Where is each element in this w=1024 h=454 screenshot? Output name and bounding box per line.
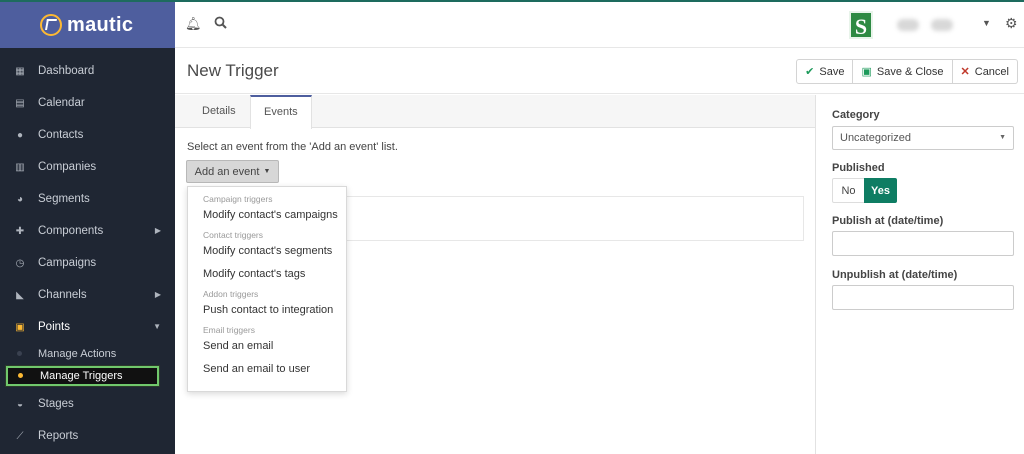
brand-name: mautic xyxy=(67,13,134,36)
calendar-icon: ▤ xyxy=(15,97,25,109)
published-label: Published xyxy=(832,162,885,174)
sidebar-item-label: Points xyxy=(38,321,70,333)
chevron-right-icon: ▶ xyxy=(154,290,161,299)
gear-icon[interactable]: ⚙ xyxy=(1005,15,1018,32)
sidebar-item-label: Components xyxy=(38,225,104,237)
search-icon[interactable] xyxy=(212,16,228,32)
building-icon: ▥ xyxy=(15,161,25,173)
bullet-icon xyxy=(18,373,23,378)
sidebar-item-segments[interactable]: ◕ Segments xyxy=(0,183,175,215)
topbar: 🔔︎ S ▼ ⚙ xyxy=(175,2,1024,48)
sidebar-item-dashboard[interactable]: ▦ Dashboard xyxy=(0,55,175,87)
sidebar-item-label: Companies xyxy=(38,161,97,173)
dropdown-header: Contact triggers xyxy=(203,230,263,240)
mautic-logo-icon xyxy=(40,14,62,36)
pie-chart-icon: ◕ xyxy=(16,193,24,205)
publish-at-label: Publish at (date/time) xyxy=(832,215,944,227)
dropdown-item-send-email-user[interactable]: Send an email to user xyxy=(188,359,346,382)
sidebar-item-points[interactable]: ▣ Points ▼ xyxy=(0,311,175,343)
events-hint: Select an event from the 'Add an event' … xyxy=(187,141,398,153)
save-close-button-label: Save & Close xyxy=(876,65,944,78)
sidebar-item-companies[interactable]: ▥ Companies xyxy=(0,151,175,183)
line-chart-icon: ⟋ xyxy=(16,430,24,442)
check-icon: ✔ xyxy=(805,66,815,78)
sidebar-item-label: Dashboard xyxy=(38,65,95,77)
sidebar-item-label: Contacts xyxy=(38,129,84,141)
save-button[interactable]: ✔ Save xyxy=(796,59,854,84)
published-no-button[interactable]: No xyxy=(832,178,865,203)
tab-details[interactable]: Details xyxy=(189,95,249,128)
user-icon: ● xyxy=(16,129,24,141)
unpublish-at-input[interactable] xyxy=(832,285,1014,310)
avatar[interactable]: S xyxy=(849,11,873,39)
sidebar-item-calendar[interactable]: ▤ Calendar xyxy=(0,87,175,119)
sidebar-subitem-label: Manage Triggers xyxy=(40,370,123,382)
page-header: New Trigger ✔ Save ▣ Save & Close ✕ Cancel xyxy=(175,48,1024,94)
sidebar-nav: ▦ Dashboard ▤ Calendar ● Contacts ▥ Companie… xyxy=(0,48,175,452)
category-value: Uncategorized xyxy=(840,132,911,144)
sidebar-item-stages[interactable]: ◒ Stages xyxy=(0,388,175,420)
published-yes-button[interactable]: Yes xyxy=(864,178,897,203)
floppy-icon: ▣ xyxy=(861,66,872,78)
chevron-right-icon: ▶ xyxy=(154,226,161,235)
caret-down-icon: ▼ xyxy=(263,168,271,175)
dropdown-item-modify-campaigns[interactable]: Modify contact's campaigns xyxy=(188,205,346,228)
rss-icon: ◣ xyxy=(16,289,24,301)
main-content: Details Events Select an event from the … xyxy=(175,95,815,454)
save-close-button[interactable]: ▣ Save & Close xyxy=(852,59,953,84)
chevron-down-icon: ▼ xyxy=(153,322,161,331)
tachometer-icon: ◒ xyxy=(16,398,24,410)
clock-icon: ◷ xyxy=(15,257,25,269)
dropdown-item-push-integration[interactable]: Push contact to integration xyxy=(188,300,346,323)
category-label: Category xyxy=(832,109,880,121)
caret-down-icon[interactable]: ▼ xyxy=(982,18,991,28)
unpublish-at-label: Unpublish at (date/time) xyxy=(832,269,958,281)
close-icon: ✕ xyxy=(960,66,970,78)
add-event-dropdown: Campaign triggers Modify contact's campa… xyxy=(187,186,347,392)
properties-panel: Category Uncategorized ▼ Published No Yes… xyxy=(815,95,1024,454)
dropdown-header: Email triggers xyxy=(203,325,255,335)
sidebar-item-label: Stages xyxy=(38,398,74,410)
caret-down-icon: ▼ xyxy=(999,134,1006,141)
sidebar-item-contacts[interactable]: ● Contacts xyxy=(0,119,175,151)
puzzle-icon: ✚ xyxy=(15,225,25,237)
sidebar-item-campaigns[interactable]: ◷ Campaigns xyxy=(0,247,175,279)
brand-logo[interactable]: mautic xyxy=(0,2,175,48)
page-title: New Trigger xyxy=(187,61,279,80)
save-button-label: Save xyxy=(819,65,845,78)
sidebar-item-label: Campaigns xyxy=(38,257,97,269)
cancel-button[interactable]: ✕ Cancel xyxy=(951,59,1018,84)
publish-at-input[interactable] xyxy=(832,231,1014,256)
sidebar-item-components[interactable]: ✚ Components ▶ xyxy=(0,215,175,247)
cancel-button-label: Cancel xyxy=(974,65,1009,78)
toolbar: ✔ Save ▣ Save & Close ✕ Cancel xyxy=(796,59,1018,84)
calculator-icon: ▣ xyxy=(15,321,25,333)
sidebar-item-label: Segments xyxy=(38,193,90,205)
sidebar-subitem-manage-triggers[interactable]: Manage Triggers xyxy=(5,365,160,387)
sidebar-item-label: Reports xyxy=(38,430,79,442)
tab-bar: Details Events xyxy=(175,95,815,129)
category-select[interactable]: Uncategorized ▼ xyxy=(832,126,1014,150)
add-event-button[interactable]: Add an event ▼ xyxy=(186,160,279,183)
add-event-button-label: Add an event xyxy=(194,165,260,178)
dropdown-item-modify-tags[interactable]: Modify contact's tags xyxy=(188,264,346,287)
user-name-redacted xyxy=(931,19,953,31)
dropdown-item-send-email[interactable]: Send an email xyxy=(188,336,346,359)
bullet-icon xyxy=(17,351,22,356)
sidebar-item-label: Calendar xyxy=(38,97,85,109)
sidebar: mautic ▦ Dashboard ▤ Calendar ● Contacts ▥ C… xyxy=(0,2,175,454)
sidebar-subitem-label: Manage Actions xyxy=(38,347,117,360)
dropdown-item-modify-segments[interactable]: Modify contact's segments xyxy=(188,241,346,264)
sidebar-item-label: Channels xyxy=(38,289,87,301)
sidebar-item-channels[interactable]: ◣ Channels ▶ xyxy=(0,279,175,311)
sidebar-subitem-manage-actions[interactable]: Manage Actions xyxy=(0,343,175,364)
bell-icon[interactable]: 🔔︎ xyxy=(185,16,202,32)
tab-events[interactable]: Events xyxy=(250,95,312,129)
published-toggle: No Yes xyxy=(832,178,897,203)
user-name-redacted xyxy=(897,19,919,31)
dropdown-header: Addon triggers xyxy=(203,289,259,299)
dashboard-icon: ▦ xyxy=(15,65,25,77)
sidebar-item-reports[interactable]: ⟋ Reports xyxy=(0,420,175,452)
dropdown-header: Campaign triggers xyxy=(203,194,273,204)
